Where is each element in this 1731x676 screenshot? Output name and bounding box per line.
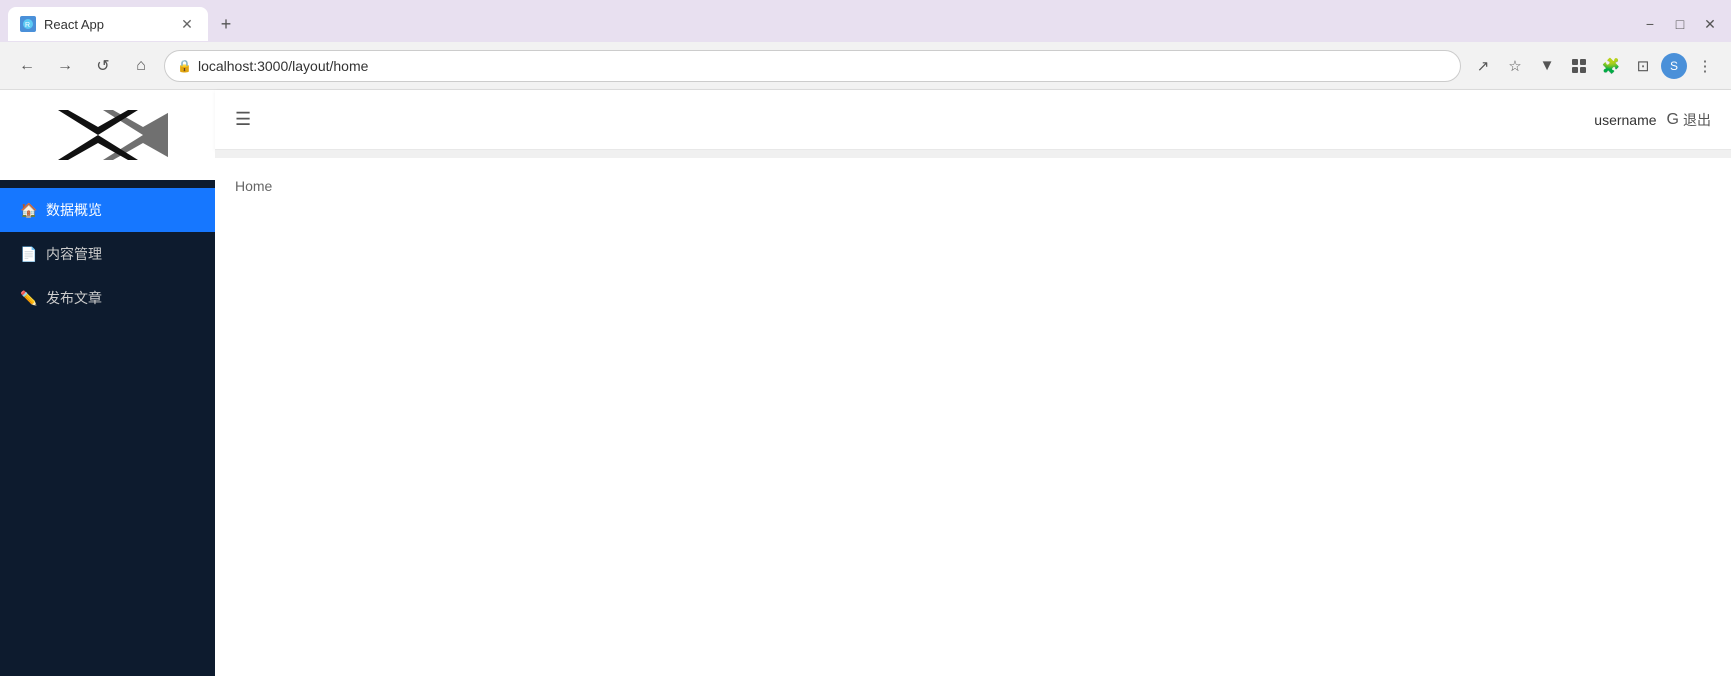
tab-favicon: R xyxy=(20,16,36,32)
home-icon: 🏠 xyxy=(20,202,36,219)
sidebar-item-label-data-overview: 数据概览 xyxy=(46,200,102,220)
address-bar-container: 🔒 xyxy=(164,50,1461,82)
browser-chrome: R React App ✕ + − □ ✕ ← → ↺ ⌂ 🔒 ↗ ☆ ▼ 🧩 xyxy=(0,0,1731,90)
app-container: 🏠 数据概览 📄 内容管理 ✏️ 发布文章 ☰ username G 退出 xyxy=(0,90,1731,676)
sidebar-item-data-overview[interactable]: 🏠 数据概览 xyxy=(0,188,215,232)
sidebar-logo xyxy=(0,90,215,180)
menu-toggle-button[interactable]: ☰ xyxy=(235,109,251,130)
header-username: username xyxy=(1594,112,1656,128)
top-header: ☰ username G 退出 xyxy=(215,90,1731,150)
document-icon: 📄 xyxy=(20,246,36,263)
main-content: ☰ username G 退出 Home xyxy=(215,90,1731,676)
chrome-menu-button[interactable]: ⋮ xyxy=(1691,52,1719,80)
new-tab-button[interactable]: + xyxy=(212,10,240,38)
reload-button[interactable]: ↺ xyxy=(88,51,118,81)
sidebar-item-publish-article[interactable]: ✏️ 发布文章 xyxy=(0,276,215,320)
sidebar-item-content-management[interactable]: 📄 内容管理 xyxy=(0,232,215,276)
home-button[interactable]: ⌂ xyxy=(126,51,156,81)
lock-icon: 🔒 xyxy=(177,59,192,73)
logout-button[interactable]: G 退出 xyxy=(1667,110,1711,130)
browser-toolbar: ← → ↺ ⌂ 🔒 ↗ ☆ ▼ 🧩 ⊡ S ⋮ xyxy=(0,42,1731,90)
window-controls: − □ ✕ xyxy=(1637,11,1723,37)
window-restore-button[interactable]: □ xyxy=(1667,11,1693,37)
sidebar-item-label-publish-article: 发布文章 xyxy=(46,288,102,308)
content-area: Home xyxy=(215,158,1731,676)
forward-button[interactable]: → xyxy=(50,51,80,81)
logo-svg xyxy=(48,105,168,165)
header-right: username G 退出 xyxy=(1594,110,1711,130)
toolbar-actions: ↗ ☆ ▼ 🧩 ⊡ S ⋮ xyxy=(1469,52,1719,80)
browser-tab-react-app[interactable]: R React App ✕ xyxy=(8,7,208,41)
puzzle-button[interactable]: 🧩 xyxy=(1597,52,1625,80)
breadcrumb: Home xyxy=(235,178,272,194)
bookmark-button[interactable]: ☆ xyxy=(1501,52,1529,80)
window-minimize-button[interactable]: − xyxy=(1637,11,1663,37)
sidebar-nav: 🏠 数据概览 📄 内容管理 ✏️ 发布文章 xyxy=(0,180,215,676)
sidebar: 🏠 数据概览 📄 内容管理 ✏️ 发布文章 xyxy=(0,90,215,676)
svg-text:R: R xyxy=(25,22,30,29)
address-bar-input[interactable] xyxy=(198,58,1448,74)
logout-google-icon: G xyxy=(1667,111,1679,129)
extensions-icon[interactable] xyxy=(1565,52,1593,80)
profile-avatar-button[interactable]: S xyxy=(1661,53,1687,79)
filter-button[interactable]: ▼ xyxy=(1533,52,1561,80)
window-close-button[interactable]: ✕ xyxy=(1697,11,1723,37)
logout-label: 退出 xyxy=(1683,110,1711,130)
tab-close-button[interactable]: ✕ xyxy=(178,15,196,33)
tab-bar: R React App ✕ + − □ ✕ xyxy=(0,0,1731,42)
tab-title: React App xyxy=(44,17,170,32)
edit-icon: ✏️ xyxy=(20,290,36,307)
sidebar-item-label-content-management: 内容管理 xyxy=(46,244,102,264)
sub-header-divider xyxy=(215,150,1731,158)
sidebar-toggle-button[interactable]: ⊡ xyxy=(1629,52,1657,80)
back-button[interactable]: ← xyxy=(12,51,42,81)
share-button[interactable]: ↗ xyxy=(1469,52,1497,80)
